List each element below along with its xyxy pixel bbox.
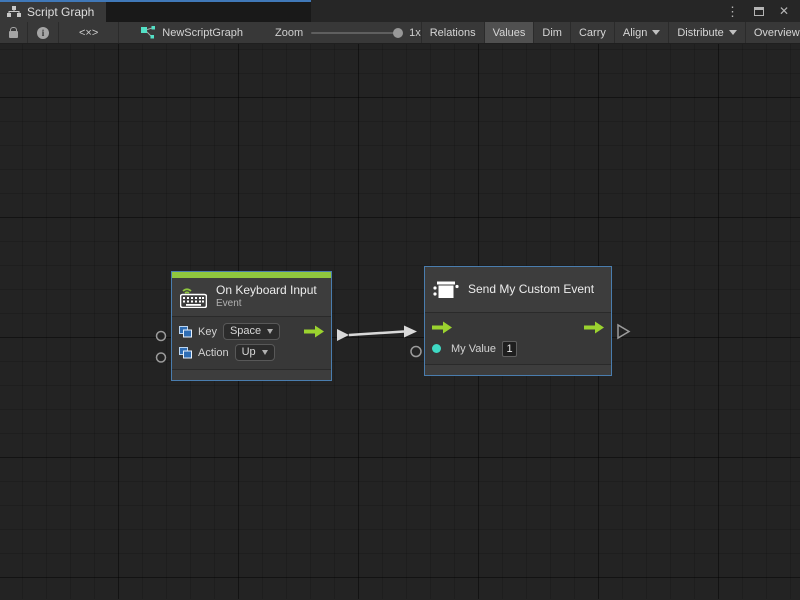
node-footer	[425, 365, 611, 375]
close-icon[interactable]: ✕	[779, 5, 789, 17]
graph-toolbar: i <×> NewScriptGraph Zoom 1x Relations	[0, 22, 800, 44]
window-controls: ⋮ ✕	[311, 0, 800, 22]
toolbar-button-values[interactable]: Values	[484, 22, 534, 43]
node-subtitle: Event	[216, 298, 317, 310]
info-icon: i	[37, 27, 49, 39]
maximize-icon[interactable]	[754, 7, 764, 16]
kebab-menu-icon[interactable]: ⋮	[726, 5, 739, 18]
keyboard-event-icon	[180, 286, 207, 308]
chevron-down-icon	[267, 329, 273, 334]
value-port-icon	[432, 344, 441, 353]
tab-title: Script Graph	[27, 5, 94, 19]
chevron-down-icon	[262, 350, 268, 355]
graph-name: NewScriptGraph	[162, 27, 243, 39]
node-header: On Keyboard Input Event	[172, 278, 331, 316]
flow-output-port-connected[interactable]	[337, 329, 349, 341]
port-row-my-value: My Value 1	[425, 338, 611, 359]
node-header-text: On Keyboard Input Event	[216, 284, 317, 310]
tab-bar: Script Graph ⋮ ✕	[0, 0, 800, 22]
port-action-input[interactable]	[157, 353, 166, 362]
enum-type-icon	[179, 326, 192, 338]
toolbar-button-align[interactable]: Align	[614, 22, 668, 43]
toolbar-button-carry[interactable]: Carry	[570, 22, 614, 43]
graph-hierarchy-icon	[7, 6, 21, 18]
tab-script-graph[interactable]: Script Graph	[0, 2, 106, 22]
chevron-down-icon	[729, 30, 737, 35]
flow-input-arrow-icon[interactable]	[432, 321, 452, 334]
zoom-slider[interactable]	[311, 32, 401, 34]
node-body: Key Space Action	[172, 316, 331, 370]
port-label: Key	[198, 326, 217, 338]
node-footer	[172, 370, 331, 380]
chevron-down-icon	[652, 30, 660, 35]
flow-row	[425, 317, 611, 338]
zoom-slider-handle[interactable]	[393, 28, 403, 38]
script-graph-asset-icon	[141, 26, 156, 39]
flow-output-arrow-icon[interactable]	[584, 321, 604, 334]
custom-event-icon	[433, 279, 459, 301]
toolbar-button-distribute[interactable]: Distribute	[668, 22, 744, 43]
view-options: Relations Values Dim Carry Align Distrib…	[421, 22, 800, 43]
toolbar-button-overview[interactable]: Overview	[745, 22, 800, 43]
tab-strip: Script Graph	[0, 0, 311, 22]
port-my-value-input[interactable]	[411, 347, 421, 357]
toolbar-button-dim[interactable]: Dim	[533, 22, 570, 43]
my-value-input[interactable]: 1	[502, 341, 517, 357]
info-button[interactable]: i	[28, 22, 59, 43]
port-row-key: Key Space	[172, 321, 331, 342]
action-dropdown[interactable]: Up	[235, 344, 275, 361]
zoom-label: Zoom	[275, 27, 303, 39]
node-send-my-custom-event[interactable]: Send My Custom Event My Value	[424, 266, 612, 376]
node-on-keyboard-input[interactable]: On Keyboard Input Event Key Space	[171, 271, 332, 381]
code-view-icon: <×>	[79, 27, 98, 39]
enum-type-icon	[179, 347, 192, 359]
key-dropdown[interactable]: Space	[223, 323, 280, 340]
lock-button[interactable]	[0, 22, 28, 43]
zoom-value: 1x	[409, 27, 421, 39]
port-row-action: Action Up	[172, 342, 331, 363]
wire-arrowhead	[404, 326, 417, 338]
node-header: Send My Custom Event	[425, 267, 611, 312]
script-graph-window: Script Graph ⋮ ✕ i <×> NewScriptGraph	[0, 0, 800, 600]
zoom-control: Zoom 1x	[275, 22, 421, 43]
wire-connection[interactable]	[349, 332, 404, 336]
flow-output-arrow-icon[interactable]	[304, 325, 324, 338]
port-key-input[interactable]	[157, 332, 166, 341]
flow-output-port-empty[interactable]	[618, 325, 629, 338]
node-body: My Value 1	[425, 312, 611, 365]
lock-icon	[9, 31, 18, 38]
graph-reference[interactable]: NewScriptGraph	[141, 22, 243, 43]
code-view-toggle[interactable]: <×>	[59, 22, 119, 43]
connections-overlay	[0, 44, 800, 599]
node-title: Send My Custom Event	[468, 283, 594, 296]
port-label: My Value	[451, 343, 496, 355]
graph-canvas[interactable]: On Keyboard Input Event Key Space	[0, 44, 800, 599]
toolbar-button-relations[interactable]: Relations	[421, 22, 484, 43]
port-label: Action	[198, 347, 229, 359]
node-title: On Keyboard Input	[216, 284, 317, 297]
